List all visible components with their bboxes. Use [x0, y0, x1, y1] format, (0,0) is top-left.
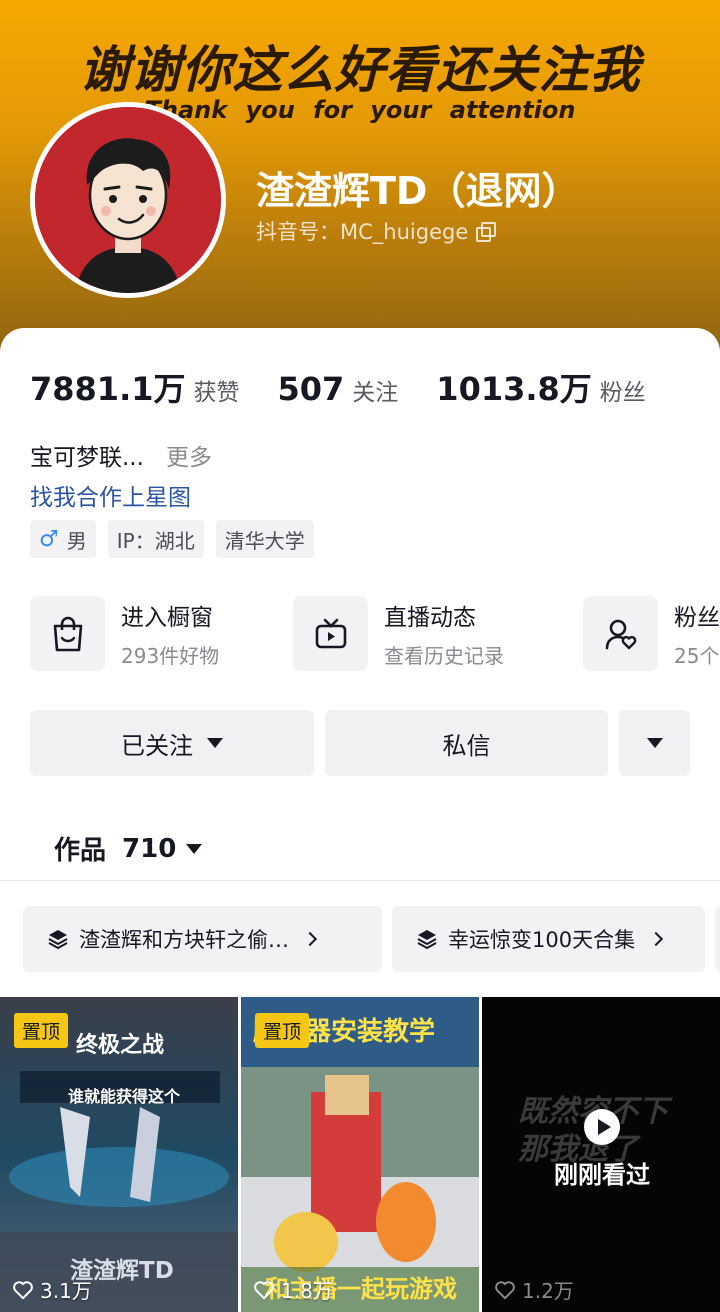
tv-icon [293, 596, 368, 671]
user-heart-icon [583, 596, 658, 671]
bio-text: 宝可梦联... [30, 445, 144, 471]
caret-down-icon [186, 843, 203, 854]
feature-entries: 进入橱窗 293件好物 直播动态 查看历史记录 粉丝 25个 [30, 596, 720, 676]
video-grid: 终极之战 谁就能获得这个 渣渣辉TD 置顶 3.1万 脑袋器安装教学 和主播一起… [0, 997, 720, 1312]
play-icon [584, 1109, 620, 1145]
gender-tag: ♂ 男 [30, 520, 96, 558]
tab-works[interactable]: 作品 710 [54, 830, 203, 867]
following-button[interactable]: 已关注 [30, 710, 314, 776]
gender-label: 男 [66, 528, 87, 553]
likes-count: 7881.1万 [30, 370, 186, 408]
video-likes-count: 1.2万 [522, 1279, 574, 1303]
banner-title: 谢谢你这么好看还关注我 [79, 41, 641, 99]
likes-label: 获赞 [193, 380, 240, 406]
fans-entry[interactable]: 粉丝 25个 [583, 596, 720, 671]
collections-row: 渣渣辉和方块轩之偷… 幸运惊变100天合集 [23, 906, 720, 974]
entry-subtitle: 查看历史记录 [384, 644, 504, 668]
pinned-badge: 置顶 [14, 1013, 69, 1048]
avatar[interactable] [30, 102, 226, 298]
shop-window-entry[interactable]: 进入橱窗 293件好物 [30, 596, 219, 671]
works-label: 作品 [54, 836, 107, 866]
school-tag[interactable]: 清华大学 [215, 520, 314, 558]
video-likes: 1.2万 [494, 1275, 574, 1304]
following-button-label: 已关注 [121, 731, 193, 760]
avatar-illustration [35, 107, 221, 293]
shopping-bag-icon [30, 596, 105, 671]
caret-down-icon [646, 738, 663, 748]
caret-down-icon [207, 738, 223, 748]
copy-icon[interactable] [476, 222, 497, 242]
profile-card: 7881.1万 获赞 507 关注 1013.8万 粉丝 宝可梦联... 更多 找… [0, 328, 720, 1312]
video-thumbnail[interactable]: 终极之战 谁就能获得这个 渣渣辉TD 置顶 3.1万 [0, 997, 238, 1312]
pinned-badge: 置顶 [255, 1013, 310, 1048]
video-title-top: 终极之战 [76, 1033, 165, 1058]
recently-viewed-label: 刚刚看过 [554, 1161, 650, 1189]
divider [0, 880, 720, 881]
video-caption: 谁就能获得这个 [68, 1087, 181, 1106]
live-entry[interactable]: 直播动态 查看历史记录 [293, 596, 504, 671]
profile-tags: ♂ 男 IP：湖北 清华大学 [30, 520, 314, 558]
collection-item[interactable]: 渣渣辉和方块轩之偷… [23, 906, 382, 972]
collection-item-partial[interactable] [715, 906, 720, 972]
cooperation-link[interactable]: 找我合作上星图 [30, 478, 191, 512]
collection-name: 渣渣辉和方块轩之偷… [79, 928, 289, 952]
followers-label[interactable]: 粉丝 [600, 373, 646, 407]
following-count[interactable]: 507 [278, 370, 345, 408]
ip-tag: IP：湖北 [107, 520, 204, 558]
video-thumbnail[interactable]: 脑袋器安装教学 和主播一起玩游戏 置顶 1.8万 [241, 997, 479, 1312]
entry-subtitle: 25个 [674, 644, 720, 668]
chevron-right-icon [649, 931, 664, 947]
douyin-id: 抖音号：MC_huigege [256, 220, 469, 244]
entry-title: 直播动态 [384, 605, 476, 631]
recently-viewed-indicator: 刚刚看过 [482, 1109, 720, 1190]
male-icon: ♂ [39, 526, 59, 552]
video-likes-count: 3.1万 [40, 1279, 92, 1303]
heart-icon [13, 1280, 33, 1299]
more-options-button[interactable] [619, 710, 690, 776]
works-count: 710 [122, 833, 177, 864]
video-likes: 1.8万 [253, 1275, 333, 1304]
entry-title: 粉丝 [674, 605, 720, 631]
collection-name: 幸运惊变100天合集 [448, 928, 636, 952]
heart-icon [495, 1280, 515, 1299]
collection-item[interactable]: 幸运惊变100天合集 [392, 906, 705, 972]
heart-icon [254, 1280, 274, 1299]
message-button[interactable]: 私信 [325, 710, 608, 776]
profile-nickname: 渣渣辉TD（退网） [256, 169, 580, 213]
entry-subtitle: 293件好物 [121, 644, 220, 668]
video-thumbnail[interactable]: 既然容不下 那我退了 刚刚看过 1.2万 [482, 997, 720, 1312]
layers-icon [417, 930, 437, 950]
followers-count[interactable]: 1013.8万 [436, 364, 592, 410]
stats-row: 7881.1万 获赞 507 关注 1013.8万 粉丝 [30, 364, 684, 410]
bio: 宝可梦联... 更多 [30, 438, 212, 472]
video-likes: 3.1万 [12, 1275, 92, 1304]
entry-title: 进入橱窗 [121, 605, 213, 631]
bio-more-link[interactable]: 更多 [166, 445, 212, 471]
message-button-label: 私信 [442, 731, 491, 760]
douyin-id-row[interactable]: 抖音号：MC_huigege [256, 216, 497, 246]
video-likes-count: 1.8万 [281, 1279, 333, 1303]
action-buttons: 已关注 私信 [30, 710, 690, 776]
following-label[interactable]: 关注 [352, 373, 398, 407]
layers-icon [48, 930, 68, 950]
chevron-right-icon [302, 931, 318, 947]
